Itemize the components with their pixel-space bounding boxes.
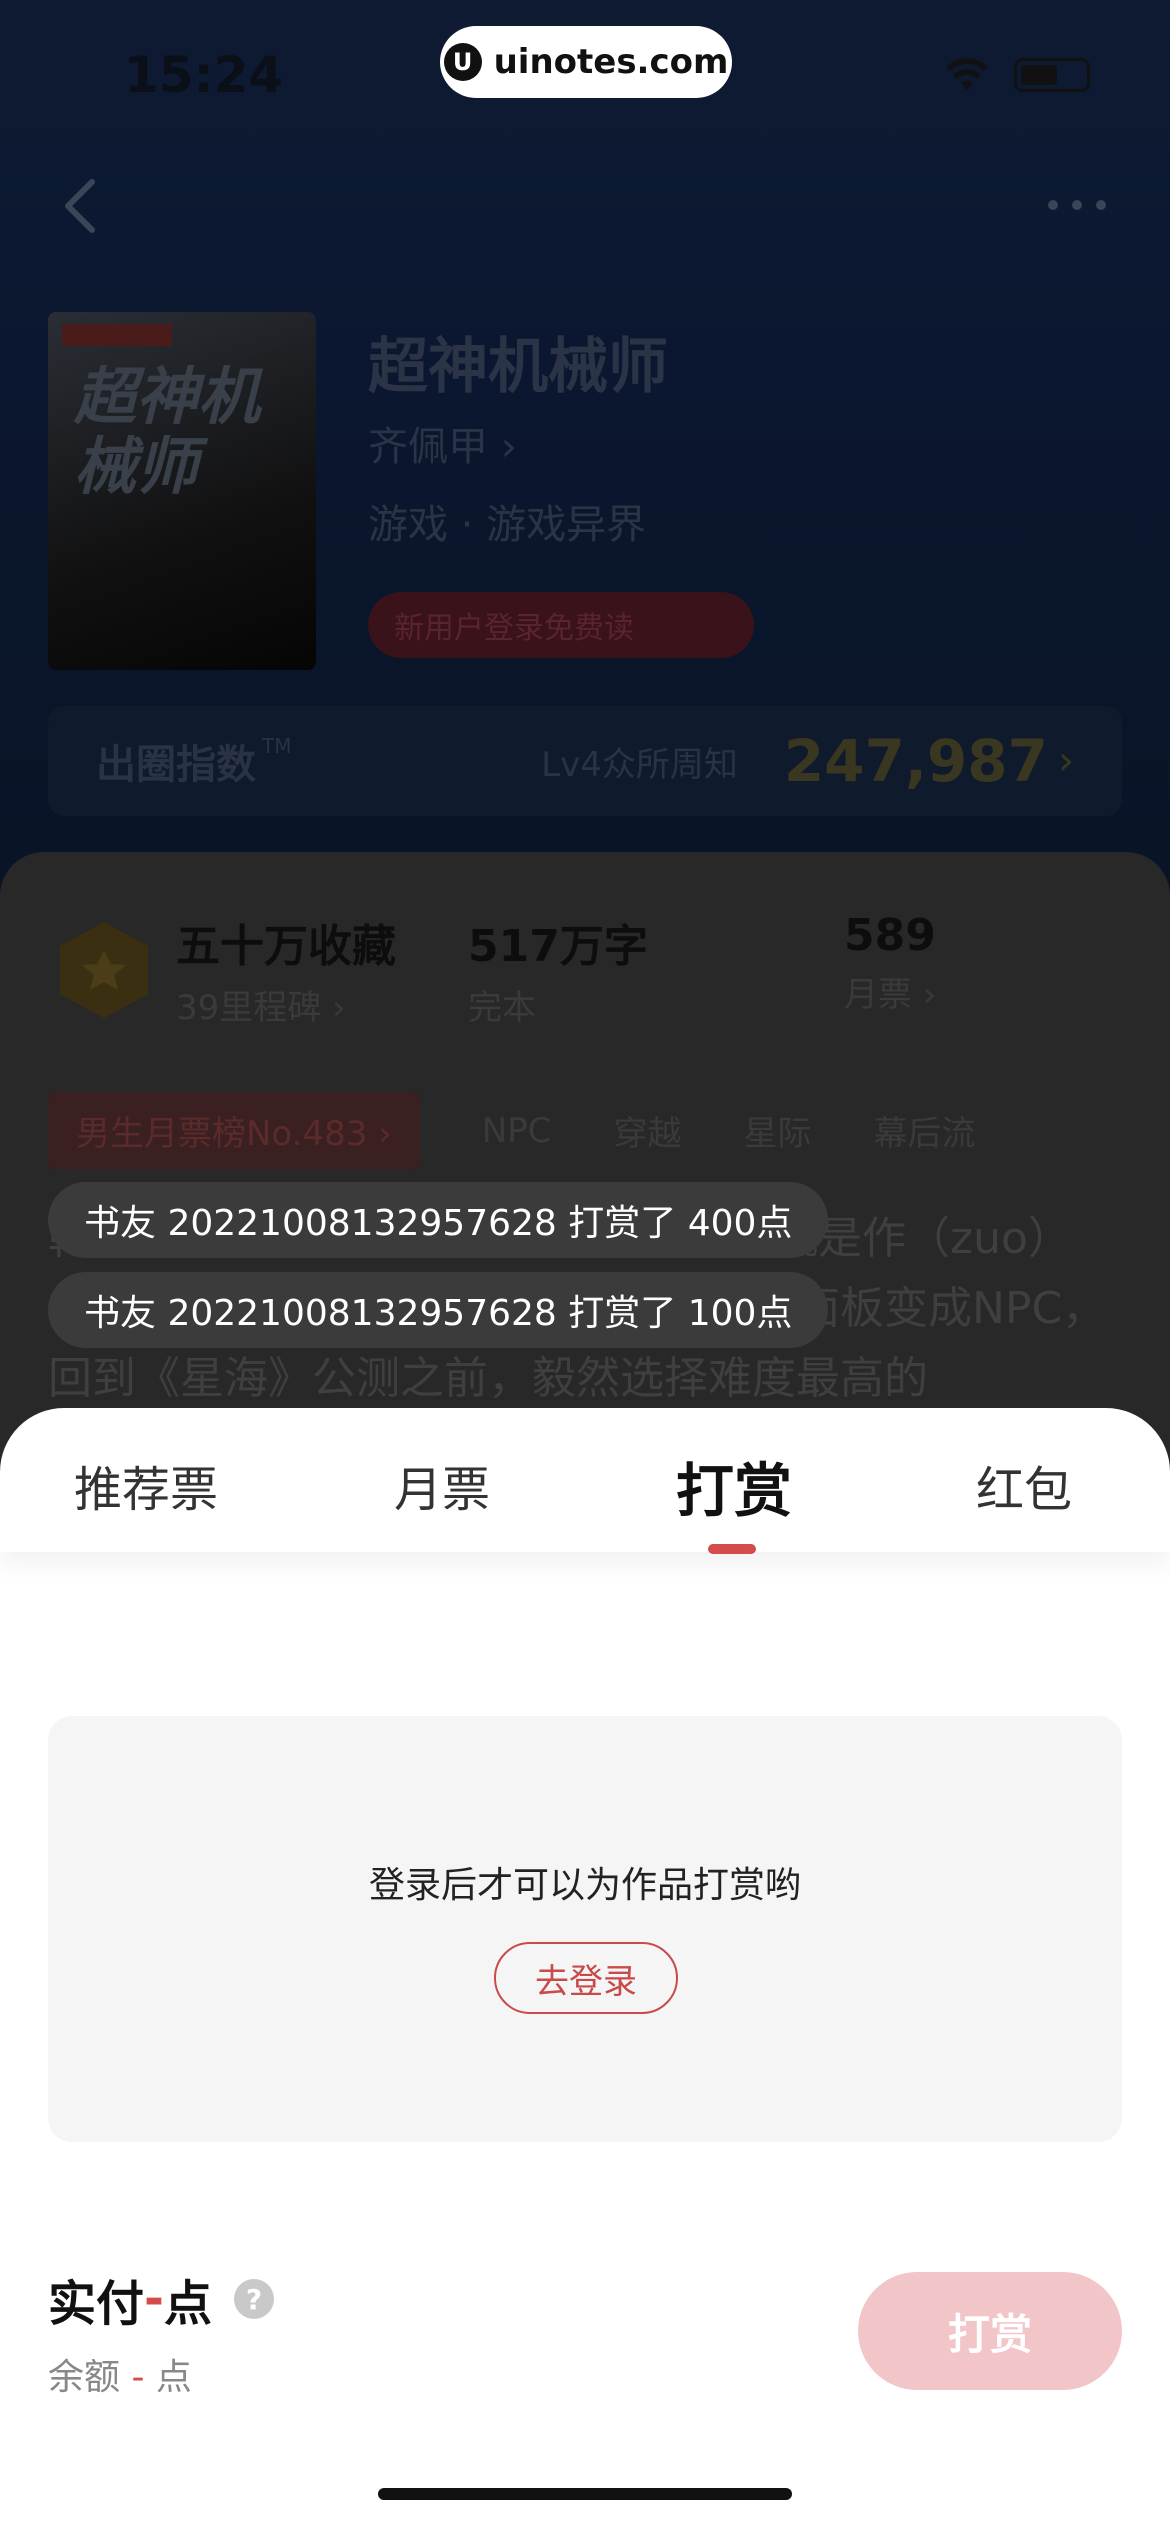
- more-icon[interactable]: [1048, 200, 1106, 210]
- index-score: 247,987: [783, 727, 1048, 795]
- reward-toast: 书友 20221008132957628 打赏了 400点: [48, 1182, 829, 1258]
- help-icon[interactable]: ?: [233, 2279, 274, 2319]
- pay-unit: 点: [163, 2276, 212, 2332]
- tag-item[interactable]: 穿越: [613, 1106, 681, 1155]
- tag-row: 男生月票榜No.483 › NPC 穿越 星际 幕后流: [48, 1092, 1170, 1169]
- tag-rank[interactable]: 男生月票榜No.483 ›: [48, 1092, 420, 1169]
- tag-item[interactable]: NPC: [482, 1111, 552, 1151]
- battery-icon: [1014, 58, 1090, 92]
- tab-monthly-ticket[interactable]: 月票: [394, 1450, 490, 1520]
- actual-payment: 实付 - 点 ?: [48, 2264, 274, 2334]
- cover-publisher-tag: [62, 324, 172, 346]
- support-sheet: 推荐票 月票 打赏 红包 登录后才可以为作品打赏哟 去登录 实付 - 点 ? 余额 …: [0, 1408, 1170, 2532]
- cover-title: 超神机械师: [74, 360, 261, 503]
- new-user-promo[interactable]: 新用户登录免费读: [368, 592, 754, 658]
- chevron-right-icon: ›: [1058, 738, 1074, 784]
- back-arrow-icon[interactable]: [60, 176, 100, 236]
- support-tabs: 推荐票 月票 打赏 红包: [0, 1408, 1170, 1554]
- stat-word-count: 517万字 完本: [468, 910, 648, 1029]
- login-prompt-box: 登录后才可以为作品打赏哟 去登录: [48, 1716, 1122, 2142]
- book-title: 超神机械师: [368, 332, 668, 402]
- status-icons: [944, 58, 1090, 92]
- tab-recommend-ticket[interactable]: 推荐票: [74, 1450, 218, 1520]
- uinotes-logo-icon: U: [443, 43, 482, 81]
- wifi-icon: [946, 58, 988, 90]
- book-author[interactable]: 齐佩甲 ›: [368, 414, 517, 472]
- login-prompt-text: 登录后才可以为作品打赏哟: [368, 1865, 801, 1906]
- tab-red-envelope[interactable]: 红包: [976, 1450, 1072, 1520]
- pay-value: -: [144, 2271, 164, 2327]
- reward-toast: 书友 20221008132957628 打赏了 100点: [48, 1272, 829, 1348]
- stat-monthly-tickets[interactable]: 589 月票 ›: [844, 910, 936, 1016]
- index-label: 出圈指数: [96, 742, 256, 788]
- tag-item[interactable]: 星际: [743, 1106, 811, 1155]
- stat-label: 月票 ›: [844, 975, 937, 1015]
- login-button[interactable]: 去登录: [494, 1942, 678, 2014]
- stat-label: 完本: [468, 988, 536, 1028]
- status-time: 15:24: [124, 46, 284, 104]
- balance-prefix: 余额: [48, 2357, 121, 2398]
- pay-prefix: 实付: [48, 2276, 145, 2332]
- tab-reward[interactable]: 打赏: [676, 1444, 792, 1528]
- medal-icon: [60, 922, 148, 1018]
- balance: 余额 - 点: [48, 2348, 192, 2400]
- tab-active-indicator: [708, 1544, 756, 1554]
- reward-button[interactable]: 打赏: [858, 2272, 1122, 2390]
- balance-unit: 点: [155, 2357, 192, 2398]
- tag-item[interactable]: 幕后流: [873, 1106, 975, 1155]
- stat-label: 39里程碑 ›: [176, 988, 346, 1028]
- balance-value: -: [131, 2357, 145, 2398]
- stat-collections[interactable]: 五十万收藏 39里程碑 ›: [176, 910, 396, 1029]
- watermark-text: uinotes.com: [493, 42, 729, 82]
- book-cover[interactable]: 超神机械师: [48, 312, 316, 670]
- index-level: Lv4众所周知: [541, 744, 738, 785]
- stat-value: 五十万收藏: [176, 921, 396, 972]
- book-genre: 游戏 · 游戏异界: [368, 502, 647, 548]
- watermark-badge: U uinotes.com: [440, 26, 732, 98]
- stat-value: 589: [844, 910, 936, 961]
- index-trademark: TM: [262, 734, 292, 758]
- stat-value: 517万字: [468, 921, 648, 972]
- home-indicator[interactable]: [378, 2488, 792, 2500]
- popularity-index-bar[interactable]: 出圈指数 TM Lv4众所周知 247,987 ›: [48, 706, 1122, 816]
